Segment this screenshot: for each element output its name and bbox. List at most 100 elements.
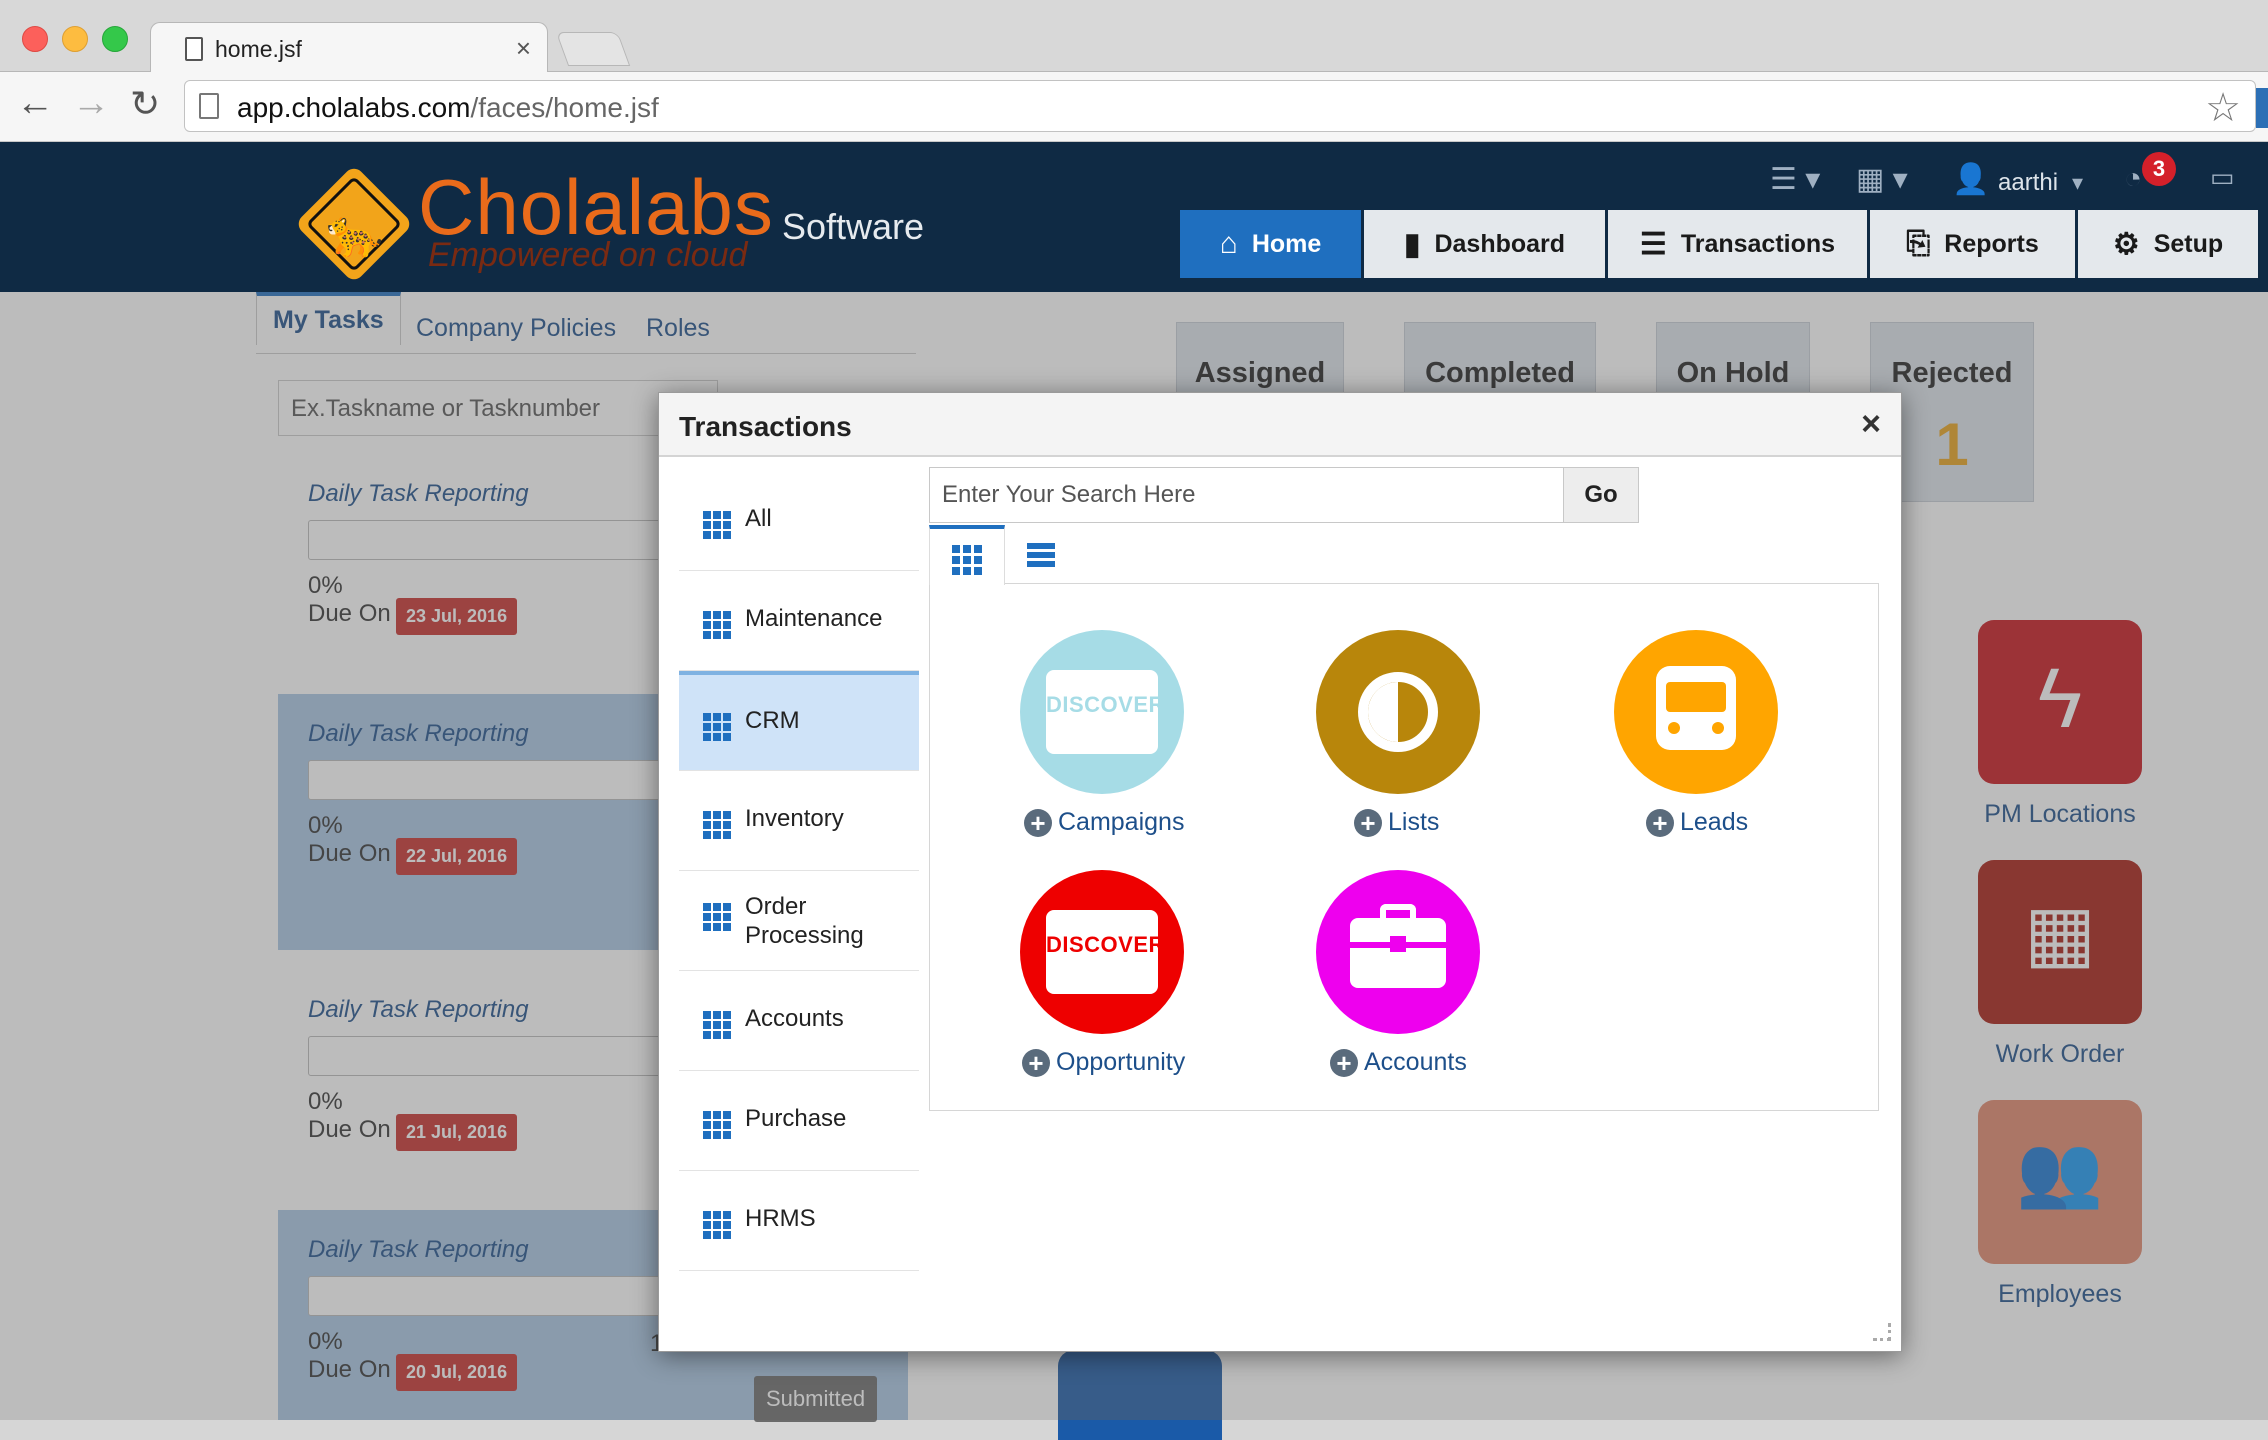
lists-link[interactable]: + Lists	[1354, 808, 1439, 837]
notification-icon[interactable]: ◔	[2124, 162, 2142, 196]
go-button[interactable]: Go	[1563, 467, 1639, 523]
plus-icon: +	[1354, 808, 1382, 837]
url-text: app.cholalabs.com/faces/home.jsf	[237, 92, 659, 123]
bar-chart-icon: ▮	[1403, 227, 1421, 261]
user-name[interactable]: aarthi	[1998, 169, 2058, 197]
forward-icon[interactable]: →	[72, 84, 110, 122]
item-label: Accounts	[1364, 1048, 1467, 1076]
modal-header: Transactions ×	[659, 393, 1901, 457]
back-icon[interactable]: ←	[16, 84, 54, 122]
card-text: DISCOVER	[1046, 692, 1165, 717]
item-label: Lists	[1388, 808, 1440, 836]
menu-home-label: Home	[1251, 229, 1322, 258]
address-bar[interactable]: app.cholalabs.com/faces/home.jsf ☆	[184, 80, 2256, 132]
user-dropdown-icon[interactable]: ▾	[2072, 170, 2083, 196]
category-label: Accounts	[745, 1005, 844, 1032]
grid-icon	[703, 511, 731, 539]
menu-reports[interactable]: ⎘ Reports	[1870, 210, 2078, 278]
home-icon: ⌂	[1219, 227, 1238, 260]
opportunity-tile[interactable]: DISCOVER	[1020, 870, 1184, 1034]
maximize-window-button[interactable]	[102, 26, 128, 52]
page-icon	[185, 37, 203, 61]
lists-tile[interactable]	[1316, 630, 1480, 794]
leads-tile[interactable]	[1614, 630, 1778, 794]
category-label: Inventory	[745, 805, 844, 832]
close-icon[interactable]: ×	[1861, 405, 1881, 444]
menu-dashboard-label: Dashboard	[1434, 229, 1566, 258]
reload-icon[interactable]: ↻	[130, 86, 160, 122]
campaigns-link[interactable]: + Campaigns	[1024, 808, 1184, 837]
grid-icon	[703, 713, 731, 741]
category-maintenance[interactable]: Maintenance	[679, 571, 919, 671]
user-icon[interactable]: 👤	[1952, 162, 1989, 197]
accounts-tile[interactable]	[1316, 870, 1480, 1034]
transaction-search-input[interactable]	[930, 468, 1564, 522]
logo-suffix: Software	[782, 206, 925, 247]
logo-animal-icon: 🐆	[326, 207, 384, 259]
browser-tab-title: home.jsf	[215, 36, 302, 62]
item-label: Leads	[1680, 808, 1749, 836]
menu-transactions-label: Transactions	[1680, 229, 1836, 258]
grid-icon	[703, 1011, 731, 1039]
resize-handle[interactable]	[1873, 1323, 1891, 1341]
server-icon: ☰	[1639, 227, 1667, 261]
browser-tabstrip: home.jsf ×	[0, 0, 2268, 74]
menu-transactions[interactable]: ☰ Transactions	[1608, 210, 1870, 278]
gear-icon: ⚙	[2112, 227, 2140, 261]
opportunity-link[interactable]: + Opportunity	[1022, 1048, 1185, 1077]
list-view-icon	[1027, 543, 1055, 570]
browser-tab[interactable]: home.jsf ×	[150, 22, 548, 74]
grid-view-tab[interactable]	[929, 525, 1005, 585]
report-icon: ⎘	[1906, 227, 1931, 260]
minimize-window-button[interactable]	[62, 26, 88, 52]
category-accounts[interactable]: Accounts	[679, 971, 919, 1071]
discover-card-icon: DISCOVER	[1046, 910, 1164, 994]
app-header: 🐆 Cholalabs Empowered on cloud Software …	[0, 142, 2268, 292]
list-menu-icon[interactable]: ☰ ▾	[1770, 162, 1820, 197]
browser-toolbar: ← → ↻ app.cholalabs.com/faces/home.jsf ☆	[0, 72, 2268, 142]
apps-grid-icon[interactable]: ▦ ▾	[1856, 162, 1908, 197]
category-list: All Maintenance CRM Inventory Order Proc…	[679, 471, 919, 1299]
transactions-modal: Transactions × All Maintenance CRM Inven…	[658, 392, 1902, 1352]
tab-close-icon[interactable]: ×	[516, 33, 531, 64]
transaction-search	[929, 467, 1565, 523]
category-label: CRM	[745, 707, 800, 734]
grid-view-icon	[952, 545, 982, 575]
category-crm[interactable]: CRM	[679, 671, 919, 771]
close-window-button[interactable]	[22, 26, 48, 52]
bookmark-star-icon[interactable]: ☆	[2205, 85, 2241, 131]
item-label: Campaigns	[1058, 808, 1185, 836]
new-tab-button[interactable]	[555, 32, 631, 66]
grid-icon	[703, 811, 731, 839]
category-hrms[interactable]: HRMS	[679, 1171, 919, 1271]
menu-reports-label: Reports	[1944, 229, 2039, 258]
plus-icon: +	[1330, 1048, 1358, 1077]
menu-setup[interactable]: ⚙ Setup	[2078, 210, 2258, 278]
grid-icon	[703, 1111, 731, 1139]
grid-icon	[703, 903, 731, 931]
category-inventory[interactable]: Inventory	[679, 771, 919, 871]
menu-dashboard[interactable]: ▮ Dashboard	[1364, 210, 1608, 278]
notification-badge: 3	[2142, 152, 2176, 186]
leads-link[interactable]: + Leads	[1646, 808, 1748, 837]
page-icon	[199, 93, 219, 119]
campaigns-tile[interactable]: DISCOVER	[1020, 630, 1184, 794]
bus-icon	[1656, 666, 1736, 750]
list-view-tab[interactable]	[1005, 525, 1081, 581]
menu-home[interactable]: ⌂ Home	[1180, 210, 1364, 278]
briefcase-icon	[1350, 904, 1446, 988]
half-circle-icon	[1358, 672, 1438, 752]
accounts-link[interactable]: + Accounts	[1330, 1048, 1467, 1077]
category-all[interactable]: All	[679, 471, 919, 571]
category-order-processing[interactable]: Order Processing	[679, 871, 919, 971]
category-label: Purchase	[745, 1105, 847, 1132]
modal-title: Transactions	[679, 411, 852, 442]
category-label: Maintenance	[745, 605, 883, 632]
keyboard-icon[interactable]: ▭	[2210, 162, 2235, 193]
discover-card-icon: DISCOVER	[1046, 670, 1165, 754]
extension-icon[interactable]	[2256, 88, 2268, 128]
category-purchase[interactable]: Purchase	[679, 1071, 919, 1171]
logo-tagline: Empowered on cloud	[428, 236, 748, 274]
plus-icon: +	[1024, 808, 1052, 837]
category-label: HRMS	[745, 1205, 816, 1232]
